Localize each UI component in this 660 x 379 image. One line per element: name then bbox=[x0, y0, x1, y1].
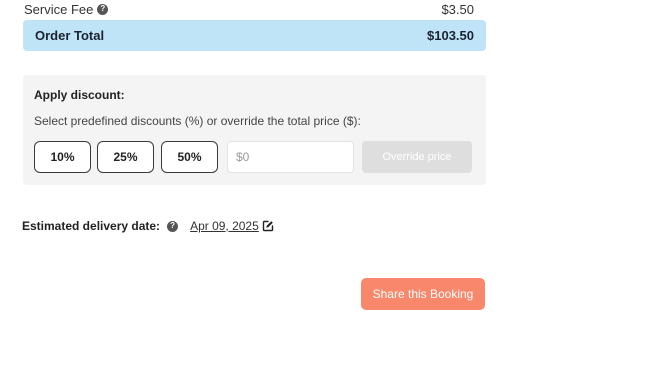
edit-icon[interactable] bbox=[262, 220, 274, 232]
override-price-input[interactable] bbox=[227, 141, 354, 173]
order-total-amount: $103.50 bbox=[427, 28, 474, 43]
service-fee-row: Service Fee ? $3.50 bbox=[24, 0, 486, 18]
delivery-row: Estimated delivery date: ? Apr 09, 2025 bbox=[22, 218, 274, 234]
discount-50-button[interactable]: 50% bbox=[161, 141, 218, 173]
delivery-date-link[interactable]: Apr 09, 2025 bbox=[190, 219, 259, 233]
discount-10-button[interactable]: 10% bbox=[34, 141, 91, 173]
order-total-row: Order Total $103.50 bbox=[23, 20, 486, 51]
delivery-label: Estimated delivery date: bbox=[22, 219, 161, 233]
question-circle-icon[interactable]: ? bbox=[97, 3, 109, 15]
discount-25-button[interactable]: 25% bbox=[97, 141, 154, 173]
discount-panel: Apply discount: Select predefined discou… bbox=[23, 75, 486, 185]
share-booking-button[interactable]: Share this Booking bbox=[361, 278, 485, 310]
discount-title: Apply discount: bbox=[34, 88, 125, 102]
service-fee-amount: $3.50 bbox=[441, 1, 474, 17]
edit-icon-glyph bbox=[262, 220, 273, 232]
order-total-label: Order Total bbox=[35, 28, 105, 43]
question-circle-icon[interactable]: ? bbox=[167, 220, 179, 232]
service-fee-label: Service Fee bbox=[24, 1, 94, 17]
discount-description: Select predefined discounts (%) or overr… bbox=[34, 114, 361, 128]
service-fee-label-group: Service Fee ? bbox=[24, 1, 109, 17]
override-price-button[interactable]: Override price bbox=[362, 141, 472, 173]
